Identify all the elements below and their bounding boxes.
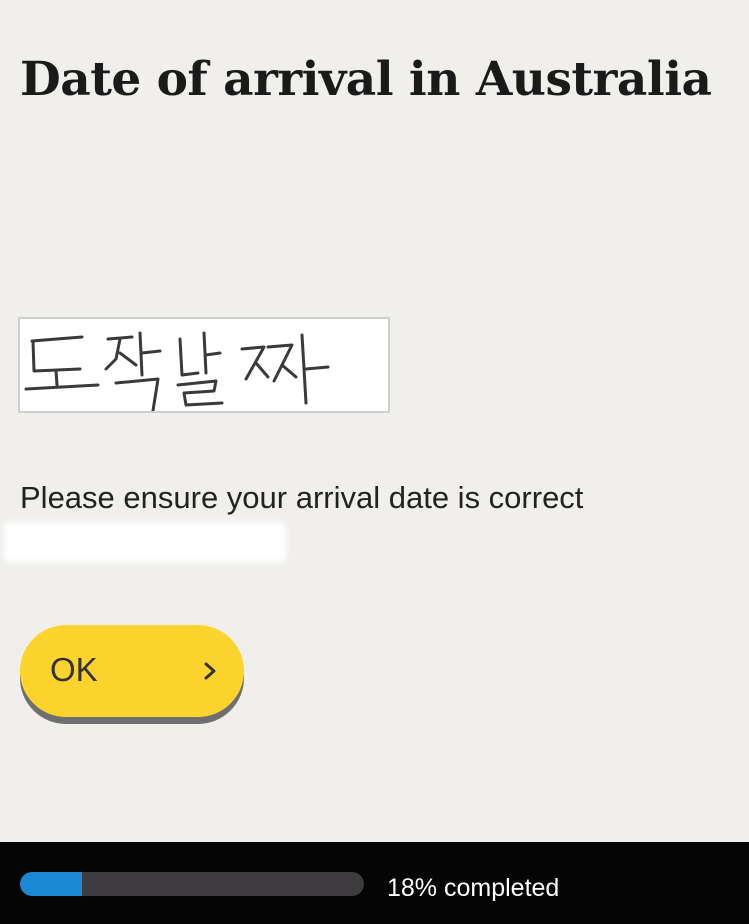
progress-footer: 18% completed <box>0 842 749 924</box>
ok-button[interactable]: OK <box>20 625 244 717</box>
ok-button-label: OK <box>50 651 98 688</box>
progress-bar-fill <box>20 872 82 896</box>
handwriting-input-box[interactable] <box>18 317 390 413</box>
page-title: Date of arrival in Australia <box>20 52 712 107</box>
progress-bar <box>20 872 364 896</box>
redacted-text <box>4 522 286 562</box>
arrival-date-hint: Please ensure your arrival date is corre… <box>20 480 584 515</box>
progress-label: 18% completed <box>387 874 560 902</box>
handwriting-strokes <box>24 331 330 411</box>
chevron-right-icon <box>204 662 216 680</box>
handwritten-korean-text <box>24 331 330 411</box>
